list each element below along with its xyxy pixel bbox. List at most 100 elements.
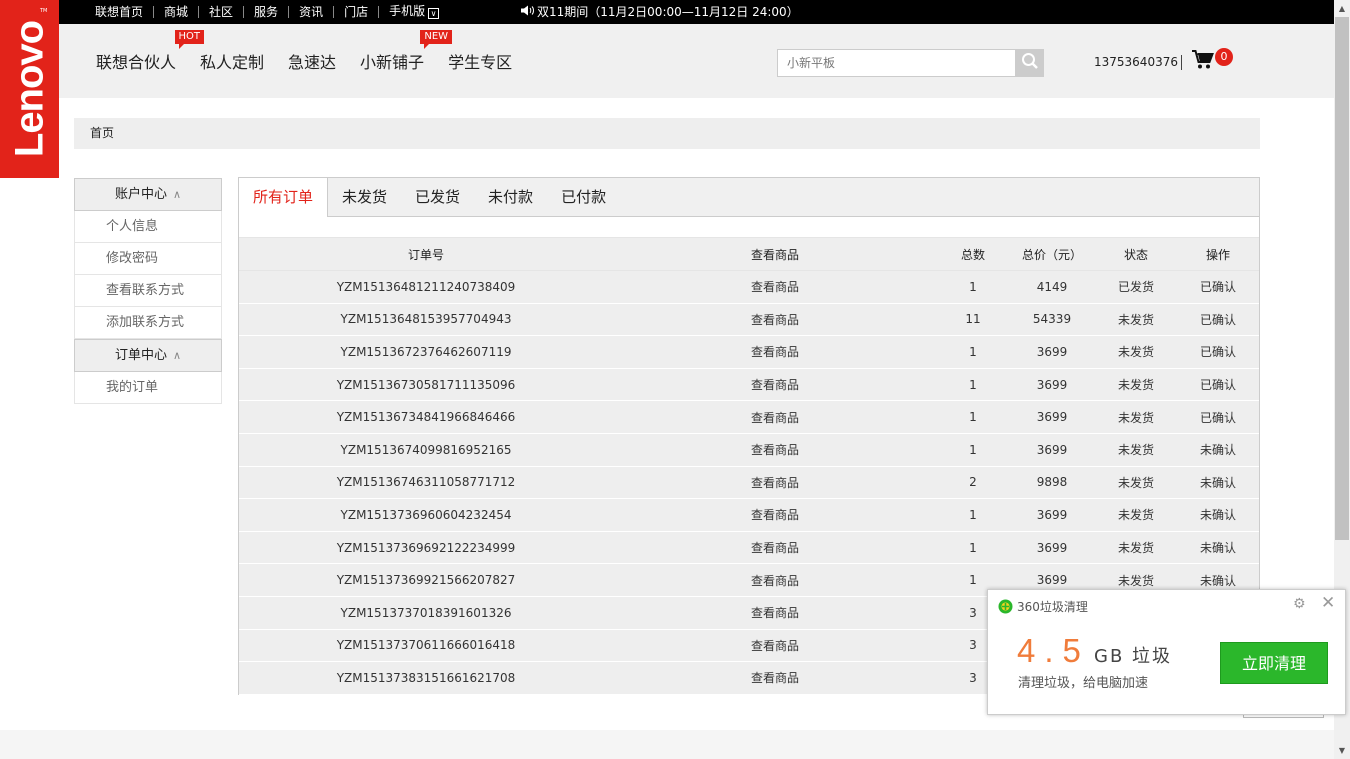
cell-view-goods[interactable]: 查看商品 bbox=[613, 531, 937, 565]
table-row: YZM1513648153957704943 查看商品 11 54339 未发货 已确认 bbox=[239, 303, 1259, 337]
cell-view-goods[interactable]: 查看商品 bbox=[613, 270, 937, 304]
sidebar-section-account[interactable]: 账户中心 ∧ bbox=[74, 178, 222, 211]
cell-view-goods[interactable]: 查看商品 bbox=[613, 303, 937, 337]
cell-status: 未发货 bbox=[1095, 433, 1177, 467]
360-logo-icon bbox=[998, 599, 1013, 614]
chevron-up-icon: ∧ bbox=[172, 188, 182, 201]
cell-view-goods[interactable]: 查看商品 bbox=[613, 335, 937, 369]
cell-operation[interactable]: 未确认 bbox=[1177, 433, 1259, 467]
cell-view-goods[interactable]: 查看商品 bbox=[613, 661, 937, 695]
cell-operation[interactable]: 未确认 bbox=[1177, 466, 1259, 500]
promo-notice: 双11期间（11月2日00:00—11月12日 24:00） bbox=[521, 0, 799, 24]
cell-view-goods[interactable]: 查看商品 bbox=[613, 596, 937, 630]
tab-all-orders[interactable]: 所有订单 bbox=[239, 178, 329, 217]
header-order-no: 订单号 bbox=[239, 237, 613, 271]
topnav-stores[interactable]: 门店 bbox=[334, 6, 380, 18]
tab-unpaid[interactable]: 未付款 bbox=[474, 178, 547, 216]
cell-count: 1 bbox=[937, 433, 1009, 467]
logo-text: Lenovo bbox=[7, 20, 51, 158]
cell-count: 1 bbox=[937, 335, 1009, 369]
close-icon[interactable]: ✕ bbox=[1321, 593, 1335, 613]
cell-view-goods[interactable]: 查看商品 bbox=[613, 466, 937, 500]
sidebar-item-view-contacts[interactable]: 查看联系方式 bbox=[74, 275, 222, 307]
nav-partner-label: 联想合伙人 bbox=[96, 53, 177, 72]
cell-operation[interactable]: 已确认 bbox=[1177, 335, 1259, 369]
sidebar-item-change-password[interactable]: 修改密码 bbox=[74, 243, 222, 275]
popup-header: 360垃圾清理 bbox=[998, 598, 1088, 615]
table-row: YZM1513672376462607119 查看商品 1 3699 未发货 已确认 bbox=[239, 335, 1259, 369]
cell-view-goods[interactable]: 查看商品 bbox=[613, 368, 937, 402]
tab-paid[interactable]: 已付款 bbox=[547, 178, 620, 216]
nav-xiaoxin-shop[interactable]: 小新铺子 NEW bbox=[360, 30, 453, 73]
cell-view-goods[interactable]: 查看商品 bbox=[613, 629, 937, 663]
cell-operation[interactable]: 已确认 bbox=[1177, 303, 1259, 337]
header-divider bbox=[1181, 55, 1182, 70]
speaker-icon bbox=[521, 0, 535, 24]
cell-count: 1 bbox=[937, 400, 1009, 434]
tab-not-shipped[interactable]: 未发货 bbox=[328, 178, 401, 216]
chevron-down-icon: ∨ bbox=[428, 8, 440, 19]
topnav-community[interactable]: 社区 bbox=[199, 6, 245, 18]
search-button[interactable] bbox=[1015, 49, 1044, 77]
cell-view-goods[interactable]: 查看商品 bbox=[613, 433, 937, 467]
sidebar: 账户中心 ∧ 个人信息 修改密码 查看联系方式 添加联系方式 订单中心 ∧ 我的订单 bbox=[74, 178, 222, 404]
cell-operation[interactable]: 已确认 bbox=[1177, 400, 1259, 434]
table-header-row: 订单号 查看商品 总数 总价（元） 状态 操作 bbox=[239, 237, 1259, 271]
topnav-service[interactable]: 服务 bbox=[244, 6, 290, 18]
table-row: YZM15136734841966846466 查看商品 1 3699 未发货 已确认 bbox=[239, 400, 1259, 434]
sidebar-item-my-orders[interactable]: 我的订单 bbox=[74, 372, 222, 404]
cell-operation[interactable]: 未确认 bbox=[1177, 531, 1259, 565]
clean-now-button[interactable]: 立即清理 bbox=[1220, 642, 1328, 684]
cell-operation[interactable]: 已确认 bbox=[1177, 270, 1259, 304]
cell-order-no: YZM1513672376462607119 bbox=[239, 335, 613, 369]
cell-status: 未发货 bbox=[1095, 368, 1177, 402]
topnav-mobile[interactable]: 手机版 ∨ bbox=[379, 5, 449, 19]
cell-order-no: YZM1513674099816952165 bbox=[239, 433, 613, 467]
topnav-news[interactable]: 资讯 bbox=[289, 6, 335, 18]
table-row: YZM15136481211240738409 查看商品 1 4149 已发货 已确认 bbox=[239, 270, 1259, 304]
nav-partner[interactable]: 联想合伙人 HOT bbox=[96, 30, 205, 73]
cell-operation[interactable]: 未确认 bbox=[1177, 498, 1259, 532]
cell-total-price: 3699 bbox=[1009, 335, 1095, 369]
cell-view-goods[interactable]: 查看商品 bbox=[613, 498, 937, 532]
cell-status: 已发货 bbox=[1095, 270, 1177, 304]
cell-order-no: YZM15137383151661621708 bbox=[239, 661, 613, 695]
sidebar-section-orders[interactable]: 订单中心 ∧ bbox=[74, 339, 222, 372]
scroll-up-arrow[interactable]: ▲ bbox=[1334, 0, 1350, 17]
tab-shipped[interactable]: 已发货 bbox=[401, 178, 474, 216]
junk-size: 4.5 GB 垃圾 bbox=[1017, 632, 1172, 670]
nav-express[interactable]: 急速达 bbox=[288, 49, 336, 73]
table-row: YZM1513736960604232454 查看商品 1 3699 未发货 未确认 bbox=[239, 498, 1259, 532]
cell-count: 1 bbox=[937, 498, 1009, 532]
cell-total-price: 3699 bbox=[1009, 531, 1095, 565]
topnav-mall[interactable]: 商城 bbox=[154, 6, 200, 18]
breadcrumb-home[interactable]: 首页 bbox=[90, 126, 114, 140]
table-row: YZM15136746311058771712 查看商品 2 9898 未发货 未确认 bbox=[239, 466, 1259, 500]
cleanup-popup: 360垃圾清理 ⚙ ✕ 4.5 GB 垃圾 清理垃圾，给电脑加速 立即清理 bbox=[987, 589, 1346, 715]
cell-view-goods[interactable]: 查看商品 bbox=[613, 563, 937, 597]
sidebar-item-profile[interactable]: 个人信息 bbox=[74, 211, 222, 243]
nav-xiaoxin-shop-label: 小新铺子 bbox=[360, 53, 425, 72]
cell-order-no: YZM15136746311058771712 bbox=[239, 466, 613, 500]
topnav-home[interactable]: 联想首页 bbox=[85, 6, 155, 18]
cell-order-no: YZM1513737018391601326 bbox=[239, 596, 613, 630]
top-bar: 联想首页 商城 社区 服务 资讯 门店 手机版 ∨ 双11期间（11月2日00:0… bbox=[59, 0, 1334, 24]
cell-status: 未发货 bbox=[1095, 466, 1177, 500]
cell-view-goods[interactable]: 查看商品 bbox=[613, 400, 937, 434]
lenovo-logo[interactable]: Lenovo TM bbox=[0, 0, 59, 178]
search-input[interactable] bbox=[778, 50, 1014, 76]
cart-button[interactable]: 0 bbox=[1192, 48, 1233, 74]
gear-icon[interactable]: ⚙ bbox=[1293, 596, 1306, 612]
scrollbar-thumb[interactable] bbox=[1335, 17, 1349, 540]
scroll-down-arrow[interactable]: ▼ bbox=[1334, 742, 1350, 759]
top-nav: 联想首页 商城 社区 服务 资讯 门店 手机版 ∨ bbox=[85, 0, 449, 24]
cell-operation[interactable]: 已确认 bbox=[1177, 368, 1259, 402]
table-row: YZM1513674099816952165 查看商品 1 3699 未发货 未确认 bbox=[239, 433, 1259, 467]
main-header: 联想合伙人 HOT 私人定制 急速达 小新铺子 NEW 学生专区 137536403… bbox=[59, 24, 1334, 98]
nav-custom[interactable]: 私人定制 bbox=[200, 49, 264, 73]
cell-total-price: 3699 bbox=[1009, 400, 1095, 434]
sidebar-item-add-contact[interactable]: 添加联系方式 bbox=[74, 307, 222, 339]
cell-total-price: 3699 bbox=[1009, 368, 1095, 402]
user-phone[interactable]: 13753640376 bbox=[1094, 55, 1178, 69]
nav-student[interactable]: 学生专区 bbox=[448, 49, 512, 73]
